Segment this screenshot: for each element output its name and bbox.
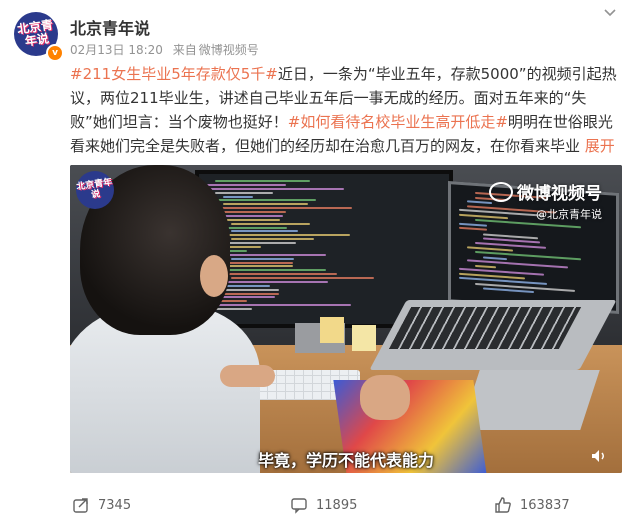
weibo-post-card: 北京青年说 v 北京青年说 02月13日 18:20 来自 微博视频号 #211女… — [0, 0, 640, 522]
repost-button[interactable]: 7345 — [72, 494, 131, 516]
expand-label: 展开 — [584, 137, 615, 155]
hashtag-link-2[interactable]: #如何看待名校毕业生高开低走# — [288, 113, 508, 131]
thumbs-up-icon — [495, 497, 511, 513]
weibo-eye-icon — [489, 182, 513, 202]
more-options-icon[interactable] — [598, 6, 622, 30]
comment-button[interactable]: 11895 — [290, 494, 357, 516]
like-button[interactable]: 163837 — [494, 494, 570, 516]
post-date[interactable]: 02月13日 18:20 — [70, 43, 163, 57]
source-prefix: 来自 — [172, 43, 197, 57]
post-source[interactable]: 微博视频号 — [199, 43, 259, 57]
repost-count: 7345 — [98, 497, 132, 513]
comment-icon — [291, 498, 307, 514]
post-text: #211女生毕业5年存款仅5千#近日，一条为“毕业五年，存款5000”的视频引起… — [70, 62, 622, 182]
post-meta: 02月13日 18:20 来自 微博视频号 — [70, 41, 265, 58]
video-logo: 北京青年说 — [76, 171, 114, 209]
video-watermark: 微博视频号 @北京青年说 — [489, 179, 602, 222]
action-bar: 7345 11895 163837 — [0, 488, 640, 522]
repost-icon — [73, 498, 88, 513]
verified-badge-icon: v — [46, 44, 64, 62]
video-logo-text: 北京青年说 — [75, 177, 113, 201]
video-player[interactable]: 北京青年说 微博视频号 @北京青年说 毕竟，学历不能代表能力 — [70, 165, 622, 473]
video-subtitle: 毕竟，学历不能代表能力 — [257, 451, 434, 470]
like-count: 163837 — [520, 497, 570, 513]
comment-count: 11895 — [316, 497, 358, 513]
account-name[interactable]: 北京青年说 — [70, 15, 150, 39]
watermark-sub: @北京青年说 — [536, 208, 602, 221]
watermark-main: 微博视频号 — [517, 184, 602, 204]
hashtag-link-1[interactable]: #211女生毕业5年存款仅5千# — [70, 65, 278, 83]
volume-icon[interactable] — [590, 447, 608, 465]
